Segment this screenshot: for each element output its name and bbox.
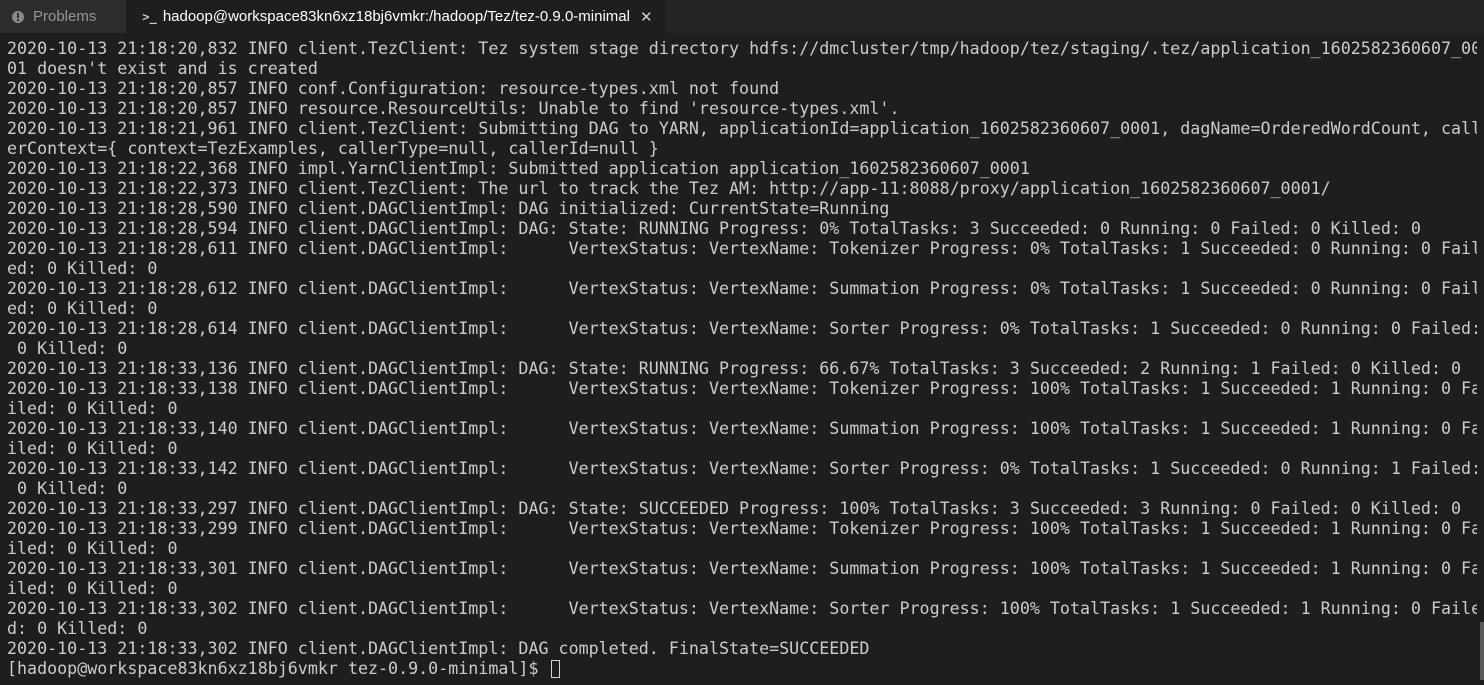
terminal-line: iled: 0 Killed: 0 xyxy=(7,579,178,598)
tab-terminal-title: hadoop@workspace83kn6xz18bj6vmkr:/hadoop… xyxy=(162,8,630,25)
terminal-line: iled: 0 Killed: 0 xyxy=(7,439,178,458)
terminal-line: ed: 0 Killed: 0 xyxy=(7,299,158,318)
terminal-line: 2020-10-13 21:18:28,611 INFO client.DAGC… xyxy=(7,239,1477,258)
terminal-line: 2020-10-13 21:18:33,302 INFO client.DAGC… xyxy=(7,639,870,658)
tab-terminal[interactable]: >_ hadoop@workspace83kn6xz18bj6vmkr:/had… xyxy=(126,0,665,33)
tab-problems-label: Problems xyxy=(33,8,97,25)
terminal-scrollbar[interactable] xyxy=(1480,622,1484,680)
terminal-line: iled: 0 Killed: 0 xyxy=(7,539,178,558)
terminal-line: 2020-10-13 21:18:20,857 INFO resource.Re… xyxy=(7,99,900,118)
terminal-line: 2020-10-13 21:18:33,138 INFO client.DAGC… xyxy=(7,379,1477,398)
terminal-line: ed: 0 Killed: 0 xyxy=(7,259,158,278)
terminal-output[interactable]: 2020-10-13 21:18:20,832 INFO client.TezC… xyxy=(7,39,1477,679)
terminal-line: 2020-10-13 21:18:28,590 INFO client.DAGC… xyxy=(7,199,890,218)
terminal-line: erContext={ context=TezExamples, callerT… xyxy=(7,139,659,158)
terminal-line: 0 Killed: 0 xyxy=(7,339,128,358)
terminal-line: 2020-10-13 21:18:20,832 INFO client.TezC… xyxy=(7,39,1477,58)
terminal-line: 01 doesn't exist and is created xyxy=(7,59,318,78)
terminal-line: 2020-10-13 21:18:33,142 INFO client.DAGC… xyxy=(7,459,1477,478)
close-icon[interactable]: ✕ xyxy=(640,8,653,26)
terminal-line: 2020-10-13 21:18:33,136 INFO client.DAGC… xyxy=(7,359,1462,378)
terminal-panel: Problems >_ hadoop@workspace83kn6xz18bj6… xyxy=(0,0,1484,685)
terminal-line: 2020-10-13 21:18:28,594 INFO client.DAGC… xyxy=(7,219,1421,238)
terminal-line: 2020-10-13 21:18:22,373 INFO client.TezC… xyxy=(7,179,1331,198)
terminal-line: iled: 0 Killed: 0 xyxy=(7,399,178,418)
terminal-icon: >_ xyxy=(142,9,157,24)
terminal-line: 2020-10-13 21:18:28,614 INFO client.DAGC… xyxy=(7,319,1477,338)
terminal-line: 2020-10-13 21:18:33,301 INFO client.DAGC… xyxy=(7,559,1477,578)
terminal-line: 2020-10-13 21:18:20,857 INFO conf.Config… xyxy=(7,79,780,98)
terminal-line: 2020-10-13 21:18:33,299 INFO client.DAGC… xyxy=(7,519,1477,538)
terminal-line: 2020-10-13 21:18:22,368 INFO impl.YarnCl… xyxy=(7,159,1030,178)
terminal-line: 0 Killed: 0 xyxy=(7,479,128,498)
tab-problems[interactable]: Problems xyxy=(0,0,127,33)
terminal-prompt-line[interactable]: [hadoop@workspace83kn6xz18bj6vmkr tez-0.… xyxy=(7,659,1477,679)
problems-icon xyxy=(11,10,25,24)
terminal-cursor xyxy=(550,660,560,678)
terminal-line: 2020-10-13 21:18:28,612 INFO client.DAGC… xyxy=(7,279,1477,298)
terminal-line: 2020-10-13 21:18:21,961 INFO client.TezC… xyxy=(7,119,1477,138)
terminal-line: 2020-10-13 21:18:33,297 INFO client.DAGC… xyxy=(7,499,1462,518)
terminal-line: 2020-10-13 21:18:33,140 INFO client.DAGC… xyxy=(7,419,1477,438)
terminal-line: d: 0 Killed: 0 xyxy=(7,619,148,638)
shell-prompt: [hadoop@workspace83kn6xz18bj6vmkr tez-0.… xyxy=(7,659,549,678)
panel-tab-bar: Problems >_ hadoop@workspace83kn6xz18bj6… xyxy=(0,0,1484,33)
terminal-line: 2020-10-13 21:18:33,302 INFO client.DAGC… xyxy=(7,599,1477,618)
